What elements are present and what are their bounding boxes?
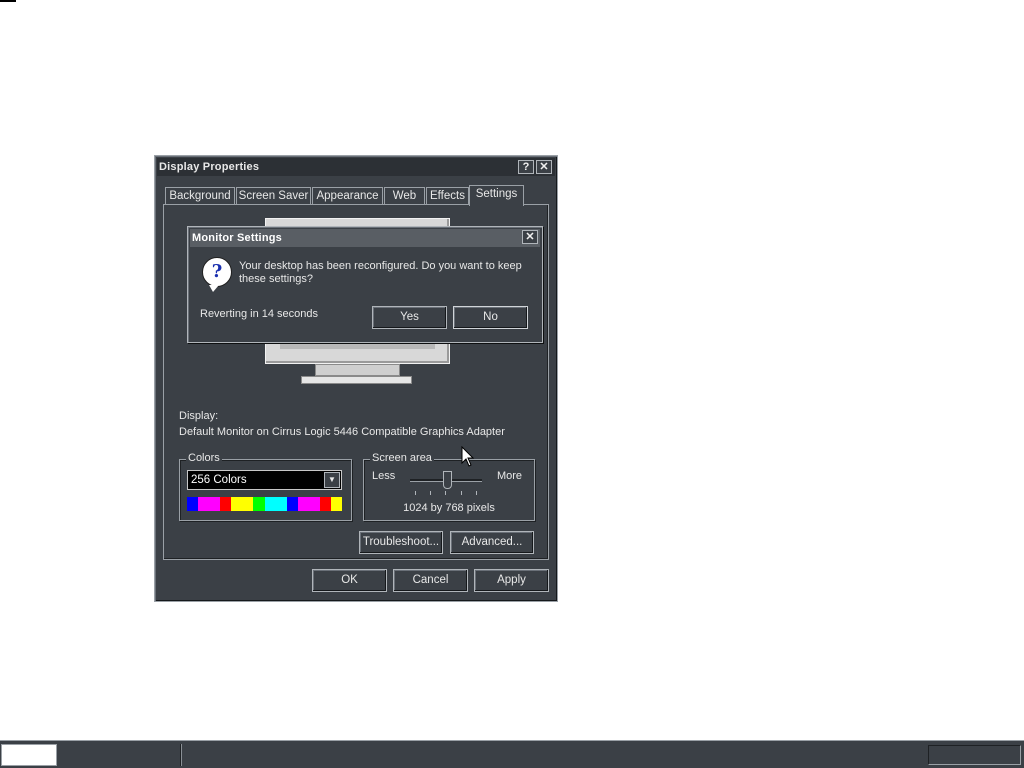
palette-swatch [242,497,254,511]
ok-button[interactable]: OK [312,569,387,592]
palette-swatch [286,497,298,511]
colors-select[interactable]: 256 Colors ▼ [187,470,342,490]
monitor-preview-base [301,376,412,384]
slider-ticks [415,491,477,495]
colors-group: Colors 256 Colors ▼ [179,452,352,521]
palette-swatch [231,497,243,511]
yes-button[interactable]: Yes [372,306,447,329]
color-palette-preview [187,497,343,511]
advanced-button[interactable]: Advanced... [450,531,534,554]
dialog-title: Monitor Settings [192,232,282,244]
palette-swatch [187,497,199,511]
troubleshoot-button[interactable]: Troubleshoot... [359,531,443,554]
slider-more-label: More [496,470,522,482]
chevron-down-icon[interactable]: ▼ [324,472,340,488]
palette-swatch [209,497,221,511]
tab-appearance[interactable]: Appearance [312,187,383,205]
tab-background[interactable]: Background [165,187,235,205]
palette-swatch [297,497,309,511]
monitor-settings-dialog: Monitor Settings ✕ ? Your desktop has be… [187,226,543,343]
taskbar-separator [180,744,182,766]
tab-settings[interactable]: Settings [469,185,524,206]
dialog-close-button[interactable]: ✕ [522,230,538,244]
cancel-button[interactable]: Cancel [393,569,468,592]
colors-legend: Colors [186,452,222,464]
palette-swatch [275,497,287,511]
dialog-message: Your desktop has been reconfigured. Do y… [239,260,522,285]
screen-area-value: 1024 by 768 pixels [403,502,495,514]
palette-swatch [198,497,210,511]
mouse-pointer-icon [461,446,475,467]
window-titlebar[interactable]: Display Properties ? ✕ [157,158,555,176]
screen-corner-mark [0,0,16,2]
palette-swatch [220,497,232,511]
tab-screen-saver[interactable]: Screen Saver [236,187,311,205]
question-icon: ? [202,257,232,292]
start-button[interactable] [1,744,57,766]
palette-swatch [264,497,276,511]
display-adapter-name: Default Monitor on Cirrus Logic 5446 Com… [179,426,505,438]
revert-countdown: Reverting in 14 seconds [200,308,319,320]
screen-area-legend: Screen area [370,452,434,464]
palette-swatch [331,497,343,511]
dialog-titlebar[interactable]: Monitor Settings ✕ [190,229,540,247]
monitor-preview-neck [315,364,400,376]
display-properties-window: Display Properties ? ✕ Background Screen… [154,155,558,602]
tab-effects[interactable]: Effects [426,187,469,205]
screen-area-slider-thumb[interactable] [443,471,452,489]
palette-swatch [319,497,332,511]
colors-select-value: 256 Colors [191,474,247,486]
display-label: Display: [179,410,219,422]
help-button[interactable]: ? [518,160,534,174]
palette-swatch [308,497,320,511]
close-button[interactable]: ✕ [536,160,552,174]
apply-button[interactable]: Apply [474,569,549,592]
taskbar [0,740,1024,768]
system-tray[interactable] [928,745,1021,765]
window-title: Display Properties [159,161,260,173]
no-button[interactable]: No [453,306,528,329]
slider-less-label: Less [372,470,396,482]
screen-area-group: Screen area Less More 1024 by 768 pixels [363,452,535,521]
tab-web[interactable]: Web [384,187,425,205]
palette-swatch [253,497,265,511]
